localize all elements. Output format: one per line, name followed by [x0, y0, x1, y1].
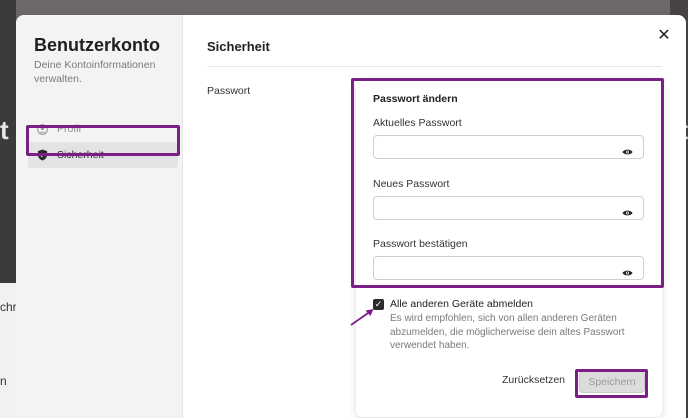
- highlight-outline: [351, 78, 664, 288]
- highlight-outline: [575, 369, 648, 398]
- background-text-fragment: chr: [0, 300, 17, 314]
- logout-others-label: Alle anderen Geräte abmelden: [390, 298, 534, 310]
- pointer-arrow-icon: [350, 309, 374, 326]
- reset-button[interactable]: Zurücksetzen: [502, 374, 565, 386]
- background-heading-fragment: t: [0, 115, 9, 145]
- background-text-fragment: n: [0, 374, 7, 388]
- modal-sidebar: Benutzerkonto Deine Kontoinformationen v…: [16, 15, 183, 418]
- highlight-outline: [26, 125, 180, 156]
- close-icon: ✕: [657, 27, 671, 44]
- logout-others-help: Es wird empfohlen, sich von allen andere…: [390, 313, 625, 351]
- page-title: Sicherheit: [207, 39, 270, 54]
- sidebar-title: Benutzerkonto: [34, 35, 160, 55]
- close-button[interactable]: ✕: [655, 27, 673, 45]
- divider: [207, 66, 662, 67]
- sidebar-subtitle: Deine Kontoinformationen verwalten.: [34, 59, 156, 85]
- account-modal: Benutzerkonto Deine Kontoinformationen v…: [16, 15, 686, 418]
- section-label-passwort: Passwort: [207, 85, 251, 97]
